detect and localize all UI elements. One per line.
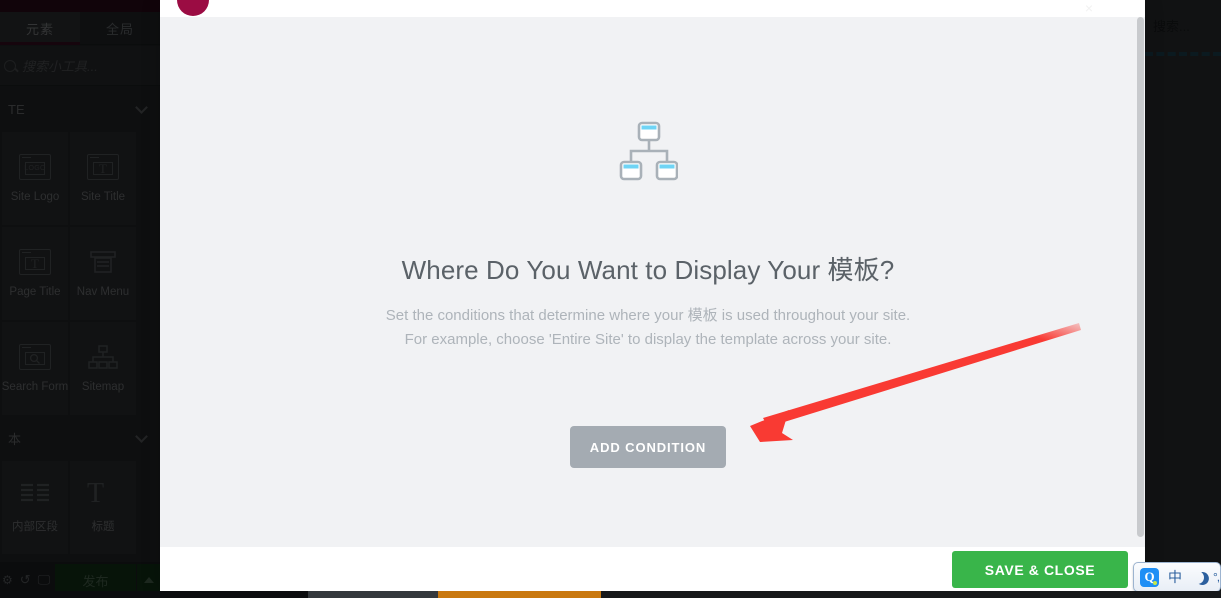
settings-icon[interactable]: ⚙	[2, 573, 13, 587]
search-icon	[4, 59, 16, 72]
template-type-badge	[177, 0, 209, 16]
widget-sitemap[interactable]: Sitemap	[70, 322, 136, 415]
ime-toolbar[interactable]: Q 中 °,	[1133, 562, 1221, 592]
modal-scrollbar-thumb[interactable]	[1137, 17, 1144, 537]
search-form-icon	[19, 344, 51, 370]
widget-search-input[interactable]: 搜索小工具...	[0, 46, 160, 86]
close-icon[interactable]: ×	[1085, 1, 1093, 15]
save-and-close-button[interactable]: SAVE & CLOSE	[952, 551, 1128, 588]
widget-label: Sitemap	[81, 381, 125, 393]
screen: 元素 全局 搜索小工具... TE LOGO Site Logo T Site …	[0, 0, 1221, 598]
modal-scrollbar[interactable]	[1136, 17, 1145, 547]
chevron-down-icon	[135, 100, 148, 114]
chevron-down-icon	[135, 429, 148, 443]
widget-label: Nav Menu	[76, 286, 130, 298]
site-title-icon: T	[87, 154, 119, 180]
dashed-divider	[1145, 52, 1221, 56]
ime-mode-toggle[interactable]: 中	[1168, 567, 1182, 587]
add-condition-button[interactable]: ADD CONDITION	[570, 426, 726, 468]
modal-header: ×	[160, 0, 1145, 17]
history-icon[interactable]: ↺	[20, 572, 31, 588]
taskbar-window-2[interactable]	[438, 591, 601, 598]
widget-site-logo[interactable]: LOGO Site Logo	[2, 132, 68, 225]
sitemap-icon	[618, 120, 679, 186]
responsive-mode-icon[interactable]: 🖵	[38, 572, 51, 588]
ime-punctuation-toggle[interactable]: °,	[1213, 570, 1220, 584]
display-conditions-modal: × Where Do You Want to Display Your 模板? …	[160, 0, 1145, 592]
site-logo-icon: LOGO	[19, 154, 51, 180]
sitemap-icon	[87, 344, 119, 370]
widget-label: Search Form	[1, 381, 69, 393]
tab-global-label: 全局	[105, 21, 134, 37]
section-header-basic-label: 本	[8, 431, 22, 447]
elementor-right-panel: 搜索...	[1143, 0, 1221, 598]
caret-up-icon	[143, 577, 154, 583]
widget-heading[interactable]: T 标题	[70, 461, 136, 554]
widget-label: Site Logo	[10, 191, 60, 203]
widget-grid-basic: 内部区段 T 标题	[0, 461, 160, 554]
widget-inner-section[interactable]: 内部区段	[2, 461, 68, 554]
widget-search-placeholder: 搜索小工具...	[22, 59, 98, 74]
right-search-placeholder[interactable]: 搜索...	[1153, 16, 1190, 35]
taskbar-window-1[interactable]	[308, 591, 438, 598]
tab-elements[interactable]: 元素	[0, 12, 80, 45]
widget-grid-site: LOGO Site Logo T Site Title T Page Title…	[0, 132, 160, 415]
widget-label: 标题	[91, 521, 115, 533]
inner-section-icon	[19, 481, 51, 507]
widget-search-form[interactable]: Search Form	[2, 322, 68, 415]
widget-page-title[interactable]: T Page Title	[2, 227, 68, 320]
panel-tabs: 元素 全局	[0, 12, 160, 45]
taskbar-start[interactable]	[0, 591, 308, 598]
os-taskbar	[0, 591, 1221, 598]
modal-footer: SAVE & CLOSE	[160, 547, 1145, 592]
empty-state-description: Set the conditions that determine where …	[386, 304, 910, 352]
empty-state-description-line1: Set the conditions that determine where …	[385, 307, 911, 324]
heading-icon: T	[87, 478, 105, 509]
tab-global[interactable]: 全局	[80, 12, 160, 44]
page-title-icon: T	[19, 249, 51, 275]
taskbar-window-3[interactable]	[601, 591, 1221, 598]
empty-state-title: Where Do You Want to Display Your 模板?	[401, 255, 895, 285]
section-header-site-label: TE	[8, 101, 25, 117]
elementor-left-panel: 元素 全局 搜索小工具... TE LOGO Site Logo T Site …	[0, 0, 160, 598]
nav-menu-icon	[87, 249, 119, 275]
widget-label: Page Title	[9, 286, 61, 298]
section-header-site[interactable]: TE	[0, 86, 160, 132]
publish-label: 发布	[82, 573, 109, 589]
widget-nav-menu[interactable]: Nav Menu	[70, 227, 136, 320]
conditions-empty-state: Where Do You Want to Display Your 模板? Se…	[160, 17, 1136, 547]
section-header-basic[interactable]: 本	[0, 415, 160, 461]
widget-label: Site Title	[80, 191, 126, 203]
panel-topbar	[0, 0, 160, 12]
tab-elements-label: 元素	[25, 21, 54, 37]
qq-pinyin-logo-icon[interactable]: Q	[1140, 567, 1159, 587]
widget-label: 内部区段	[12, 521, 58, 533]
night-mode-icon[interactable]	[1189, 568, 1206, 585]
empty-state-description-line2: For example, choose 'Entire Site' to dis…	[404, 331, 892, 348]
modal-body: Where Do You Want to Display Your 模板? Se…	[160, 17, 1145, 547]
widget-site-title[interactable]: T Site Title	[70, 132, 136, 225]
